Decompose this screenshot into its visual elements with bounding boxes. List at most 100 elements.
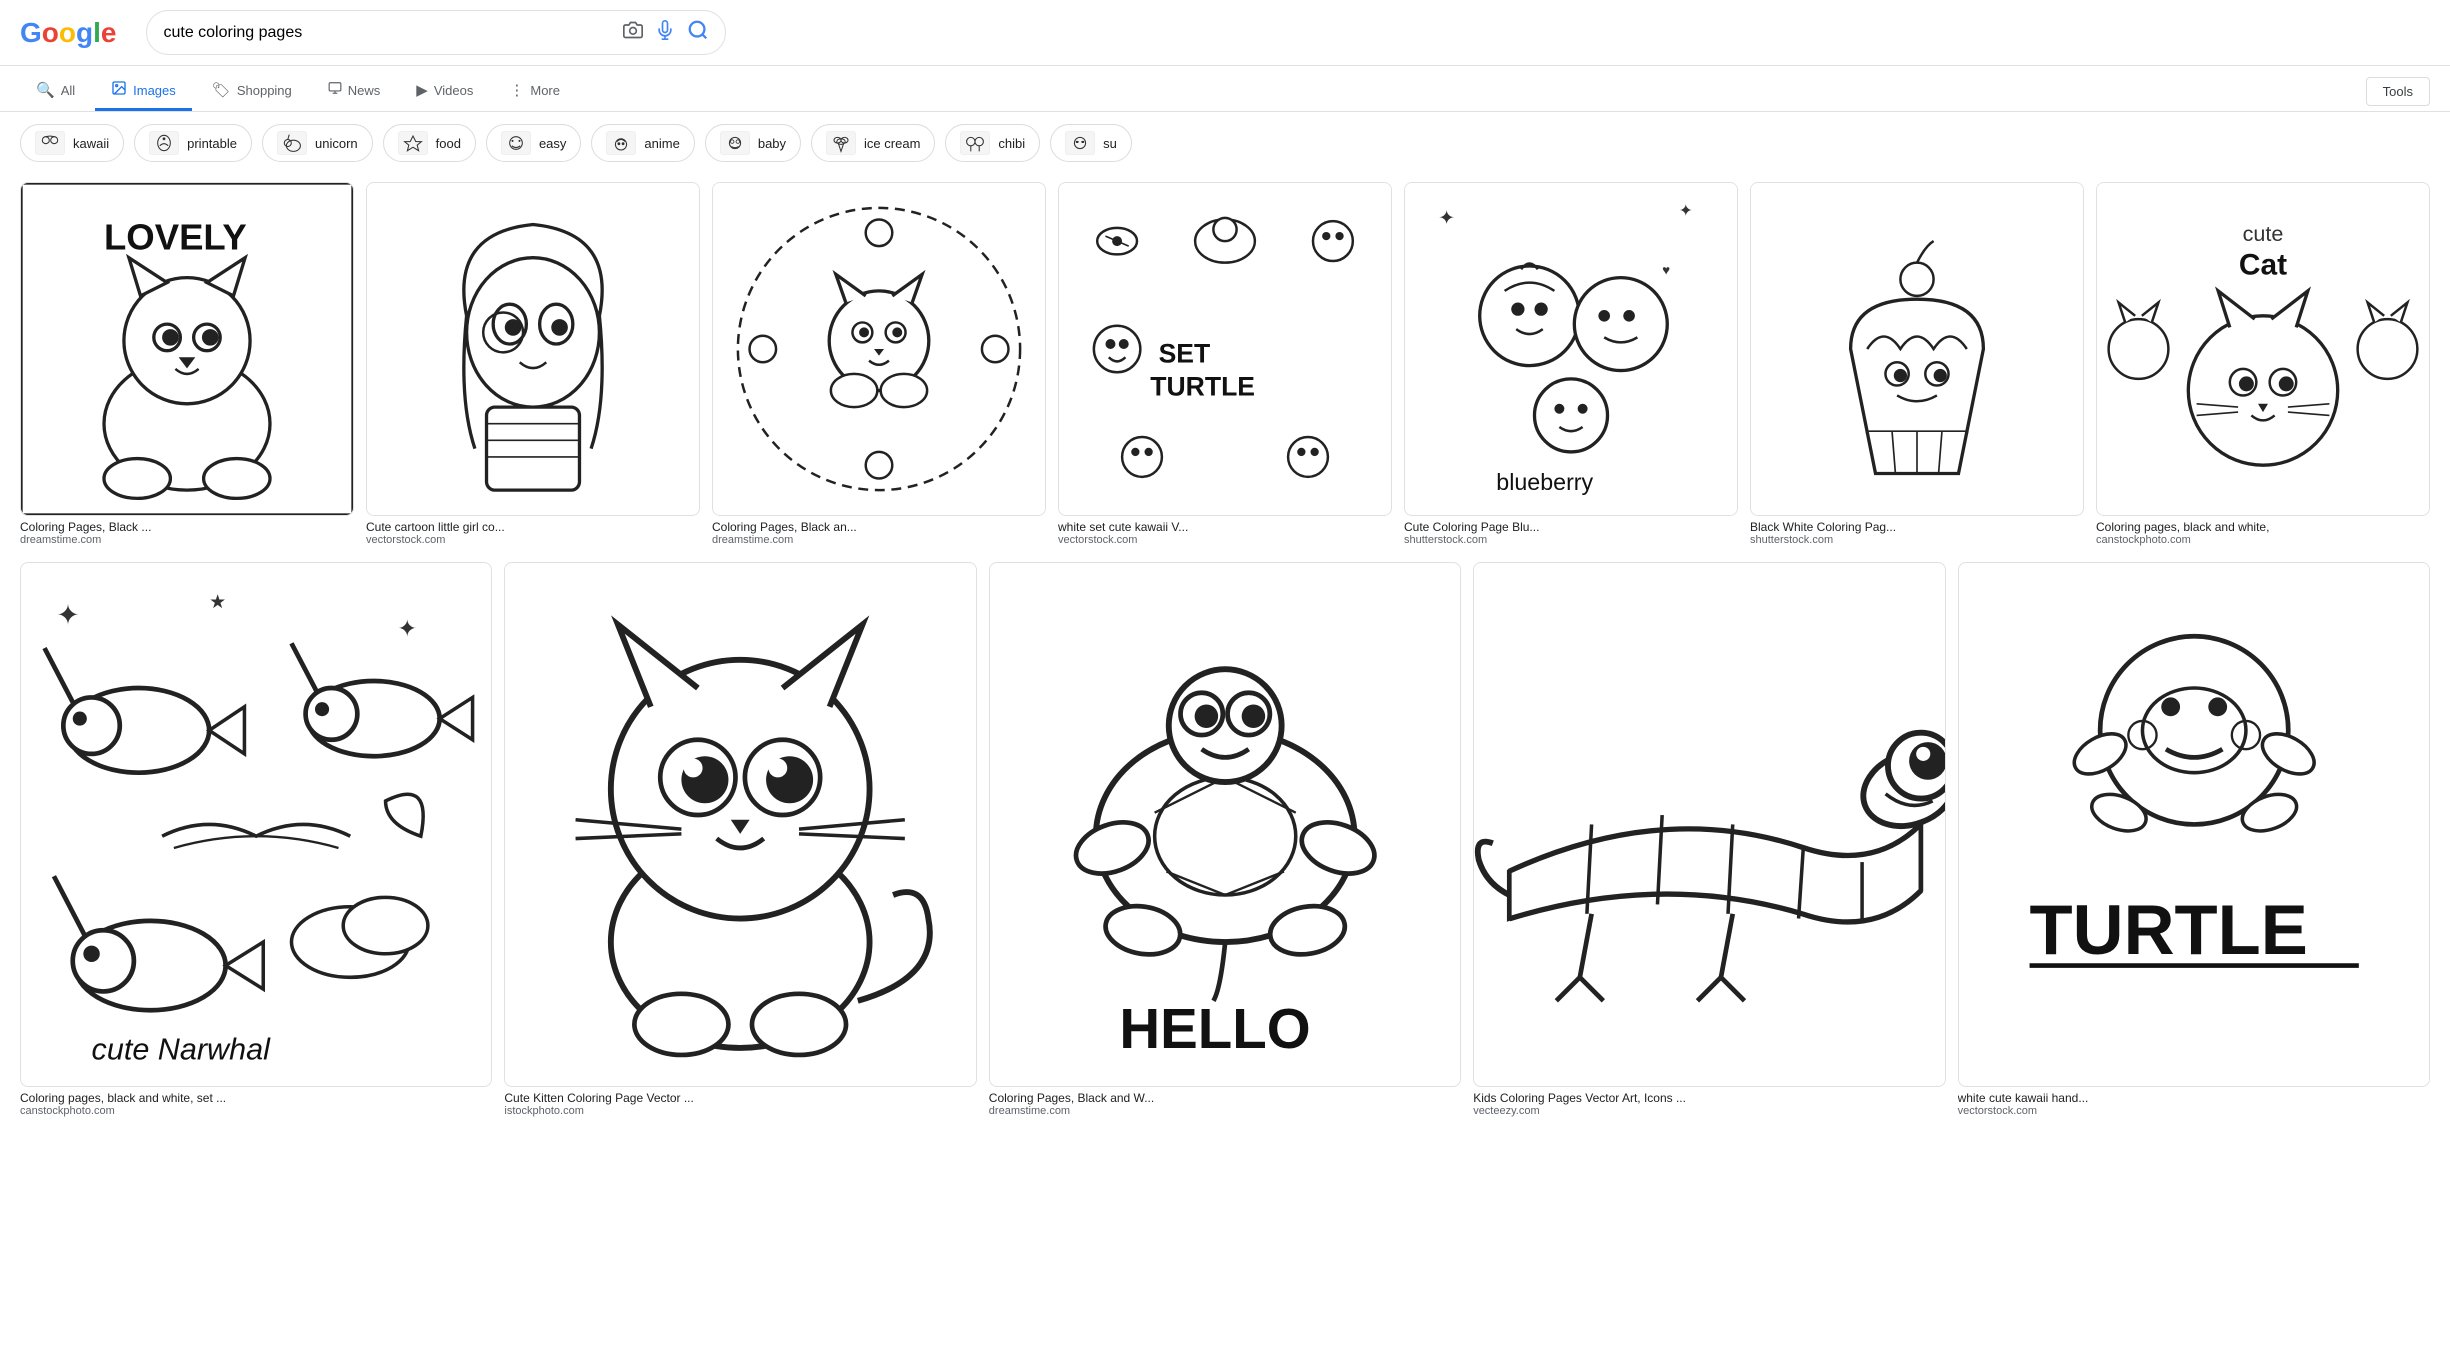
svg-text:✦: ✦ xyxy=(397,615,417,641)
camera-search-button[interactable] xyxy=(623,20,643,45)
image-source-8: canstockphoto.com xyxy=(20,1105,492,1117)
search-bar[interactable] xyxy=(146,10,726,55)
tab-all[interactable]: 🔍 All xyxy=(20,73,91,110)
image-thumb-3 xyxy=(712,182,1046,516)
videos-nav-icon: ▶ xyxy=(416,81,428,99)
news-nav-icon xyxy=(328,81,342,99)
image-title-3: Coloring Pages, Black an... xyxy=(712,520,1046,534)
chip-kawaii[interactable]: kawaii xyxy=(20,124,124,162)
tab-all-label: All xyxy=(61,83,75,98)
tab-videos-label: Videos xyxy=(434,83,474,98)
image-item-7[interactable]: cute Cat xyxy=(2096,182,2430,546)
image-title-9: Cute Kitten Coloring Page Vector ... xyxy=(504,1091,976,1105)
chip-ice-cream-icon xyxy=(826,131,856,155)
image-item-12[interactable]: TURTLE white cute kawaii hand... vectors… xyxy=(1958,562,2430,1117)
voice-search-button[interactable] xyxy=(655,20,675,45)
chip-chibi-icon xyxy=(960,131,990,155)
chip-unicorn[interactable]: unicorn xyxy=(262,124,373,162)
svg-text:✦: ✦ xyxy=(56,599,80,631)
image-item-9[interactable]: Cute Kitten Coloring Page Vector ... ist… xyxy=(504,562,976,1117)
search-icons xyxy=(623,19,709,46)
image-source-3: dreamstime.com xyxy=(712,534,1046,546)
image-source-6: shutterstock.com xyxy=(1750,534,2084,546)
image-title-12: white cute kawaii hand... xyxy=(1958,1091,2430,1105)
chip-baby-label: baby xyxy=(758,136,786,151)
chip-food[interactable]: food xyxy=(383,124,476,162)
more-nav-icon: ⋮ xyxy=(509,81,524,99)
image-title-11: Kids Coloring Pages Vector Art, Icons ..… xyxy=(1473,1091,1945,1105)
svg-text:blueberry: blueberry xyxy=(1496,469,1593,495)
svg-text:✦: ✦ xyxy=(1679,201,1693,220)
chip-chibi[interactable]: chibi xyxy=(945,124,1040,162)
image-thumb-5: ✦ ✦ ♥ xyxy=(1404,182,1738,516)
image-thumb-9 xyxy=(504,562,976,1087)
search-button[interactable] xyxy=(687,19,709,46)
svg-text:♥: ♥ xyxy=(1662,262,1670,277)
header: Google xyxy=(0,0,2450,66)
chip-easy-label: easy xyxy=(539,136,566,151)
chip-ice-cream[interactable]: ice cream xyxy=(811,124,935,162)
chip-su[interactable]: su xyxy=(1050,124,1132,162)
image-item-8[interactable]: ✦ ✦ ★ xyxy=(20,562,492,1117)
chip-anime[interactable]: anime xyxy=(591,124,694,162)
image-thumb-11 xyxy=(1473,562,1945,1087)
image-source-9: istockphoto.com xyxy=(504,1105,976,1117)
chip-baby-icon xyxy=(720,131,750,155)
image-source-1: dreamstime.com xyxy=(20,534,354,546)
search-input[interactable] xyxy=(163,24,613,42)
tab-images[interactable]: Images xyxy=(95,72,192,111)
image-thumb-7: cute Cat xyxy=(2096,182,2430,516)
image-title-1: Coloring Pages, Black ... xyxy=(20,520,354,534)
tab-more[interactable]: ⋮ More xyxy=(493,73,576,110)
image-item-4[interactable]: SET TURTLE white set cute kawaii V... ve… xyxy=(1058,182,1392,546)
image-thumb-2 xyxy=(366,182,700,516)
image-source-7: canstockphoto.com xyxy=(2096,534,2430,546)
image-item-5[interactable]: ✦ ✦ ♥ xyxy=(1404,182,1738,546)
svg-text:TURTLE: TURTLE xyxy=(1150,371,1255,401)
image-title-8: Coloring pages, black and white, set ... xyxy=(20,1091,492,1105)
image-thumb-6 xyxy=(1750,182,2084,516)
image-thumb-12: TURTLE xyxy=(1958,562,2430,1087)
image-thumb-10: HELLO xyxy=(989,562,1461,1087)
top-image-grid: LOVELY xyxy=(20,182,2430,546)
image-item-2[interactable]: Cute cartoon little girl co... vectorsto… xyxy=(366,182,700,546)
tools-button[interactable]: Tools xyxy=(2366,77,2430,106)
chip-unicorn-icon xyxy=(277,131,307,155)
image-thumb-8: ✦ ✦ ★ xyxy=(20,562,492,1087)
chip-ice-cream-label: ice cream xyxy=(864,136,920,151)
chip-easy[interactable]: easy xyxy=(486,124,581,162)
chip-easy-icon xyxy=(501,131,531,155)
image-thumb-4: SET TURTLE xyxy=(1058,182,1392,516)
chip-printable[interactable]: printable xyxy=(134,124,252,162)
image-title-2: Cute cartoon little girl co... xyxy=(366,520,700,534)
tab-more-label: More xyxy=(530,83,560,98)
image-section: LOVELY xyxy=(0,174,2450,1125)
svg-text:✦: ✦ xyxy=(1438,208,1455,230)
image-title-7: Coloring pages, black and white, xyxy=(2096,520,2430,534)
tab-videos[interactable]: ▶ Videos xyxy=(400,73,489,110)
image-item-1[interactable]: LOVELY xyxy=(20,182,354,546)
svg-text:cute Narwhal: cute Narwhal xyxy=(92,1033,272,1067)
svg-text:cute: cute xyxy=(2243,221,2284,246)
nav-tabs: 🔍 All Images 🏷 Shopping News ▶ Videos ⋮ … xyxy=(0,66,2450,112)
image-item-6[interactable]: Black White Coloring Pag... shutterstock… xyxy=(1750,182,2084,546)
tab-shopping[interactable]: 🏷 Shopping xyxy=(196,73,308,110)
image-source-12: vectorstock.com xyxy=(1958,1105,2430,1117)
chip-food-label: food xyxy=(436,136,461,151)
chip-anime-icon xyxy=(606,131,636,155)
svg-text:TURTLE: TURTLE xyxy=(2029,890,2307,969)
chip-printable-label: printable xyxy=(187,136,237,151)
image-item-3[interactable]: Coloring Pages, Black an... dreamstime.c… xyxy=(712,182,1046,546)
chip-food-icon xyxy=(398,131,428,155)
chip-kawaii-label: kawaii xyxy=(73,136,109,151)
image-item-10[interactable]: HELLO Coloring Pages, Black and W... dre… xyxy=(989,562,1461,1117)
chip-baby[interactable]: baby xyxy=(705,124,801,162)
images-nav-icon xyxy=(111,80,127,100)
tab-images-label: Images xyxy=(133,83,176,98)
image-item-11[interactable]: Kids Coloring Pages Vector Art, Icons ..… xyxy=(1473,562,1945,1117)
svg-text:HELLO: HELLO xyxy=(1119,997,1310,1060)
google-logo[interactable]: Google xyxy=(20,17,116,49)
tab-news[interactable]: News xyxy=(312,73,397,110)
chip-printable-icon xyxy=(149,131,179,155)
svg-text:LOVELY: LOVELY xyxy=(104,216,247,257)
